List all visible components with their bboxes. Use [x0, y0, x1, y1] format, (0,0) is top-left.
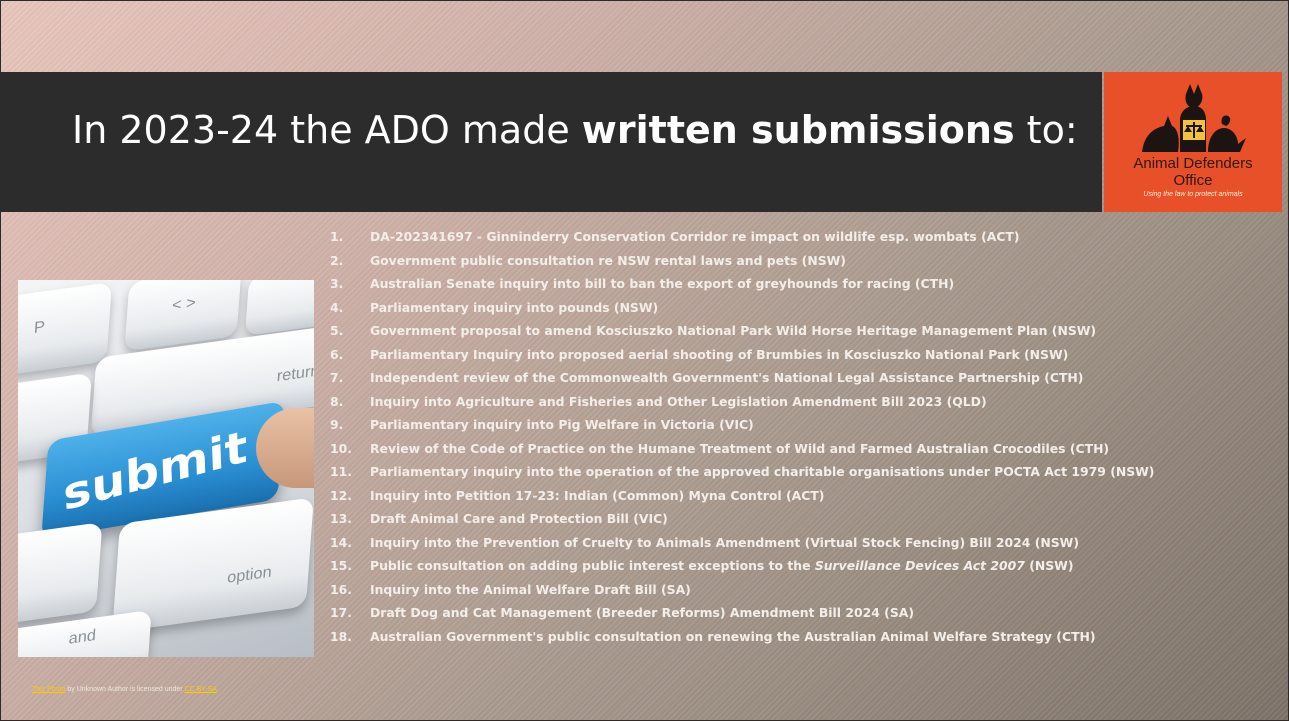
submit-keyboard-photo: P < > return submit option and	[18, 280, 314, 657]
title-emphasis: written submissions	[581, 108, 1015, 152]
item-text: Inquiry into Petition 17-23: Indian (Com…	[370, 487, 825, 503]
item-number: 10.	[330, 440, 352, 456]
item-text-end: (NSW)	[1024, 558, 1074, 573]
item-number: 14.	[330, 534, 352, 550]
item-number: 16.	[330, 581, 352, 597]
list-item: 7. Independent review of the Commonwealth…	[330, 366, 1154, 390]
item-number: 2.	[330, 252, 344, 268]
attribution-text: by Unknown Author is licensed under	[65, 686, 185, 693]
logo-name-line2: Office	[1173, 172, 1213, 189]
keyboard-key	[18, 522, 103, 628]
animal-silhouettes-icon	[1142, 84, 1246, 152]
list-item: 3. Australian Senate inquiry into bill to…	[330, 272, 1154, 296]
item-number: 4.	[330, 299, 344, 315]
item-number: 1.	[330, 229, 344, 244]
list-item: 8. Inquiry into Agriculture and Fisheries…	[330, 390, 1154, 414]
list-item: 17. Draft Dog and Cat Management (Breeder…	[330, 601, 1154, 625]
item-number: 13.	[330, 511, 352, 526]
photo-attribution: This Photo by Unknown Author is licensed…	[32, 686, 217, 693]
item-text: Government public consultation re NSW re…	[370, 252, 846, 268]
item-number: 11.	[330, 464, 352, 479]
logo-name-line1: Animal Defenders	[1133, 155, 1253, 172]
item-number: 5.	[330, 323, 344, 338]
item-text: Draft Dog and Cat Management (Breeder Re…	[370, 605, 914, 620]
item-text: Parliamentary inquiry into the operation…	[370, 464, 1155, 479]
item-text: Inquiry into Agriculture and Fisheries a…	[370, 393, 987, 409]
item-text: DA-202341697 - Ginninderry Conservation …	[370, 229, 1020, 244]
title-text: In 2023-24 the ADO made	[72, 108, 582, 152]
photo-source-link[interactable]: This Photo	[32, 686, 65, 693]
item-number: 17.	[330, 605, 352, 620]
license-link[interactable]: CC BY-SA	[185, 686, 217, 693]
key-label: P	[33, 318, 46, 337]
item-number: 8.	[330, 393, 344, 409]
list-item: 14. Inquiry into the Prevention of Cruelt…	[330, 531, 1154, 555]
item-text: Review of the Code of Practice on the Hu…	[370, 440, 1110, 456]
ado-logo: Animal Defenders Office Using the law to …	[1104, 72, 1282, 212]
item-text: Inquiry into the Animal Welfare Draft Bi…	[370, 581, 691, 597]
key-label: option	[226, 563, 273, 587]
item-text: Parliamentary Inquiry into proposed aeri…	[370, 346, 1069, 362]
item-text: Draft Animal Care and Protection Bill (V…	[370, 511, 668, 526]
item-number: 18.	[330, 628, 352, 644]
item-number: 12.	[330, 487, 352, 503]
list-item: 1. DA-202341697 - Ginninderry Conservatio…	[330, 225, 1154, 249]
item-number: 6.	[330, 346, 344, 362]
list-item: 15. Public consultation on adding public …	[330, 554, 1154, 578]
list-item: 5. Government proposal to amend Kosciuszk…	[330, 319, 1154, 343]
logo-tagline: Using the law to protect animals	[1143, 191, 1243, 198]
item-text: Parliamentary inquiry into pounds (NSW)	[370, 299, 659, 315]
item-text: Public consultation on adding public int…	[370, 558, 815, 573]
logo-name: Animal Defenders Office	[1104, 155, 1282, 189]
key-label: return	[276, 362, 314, 386]
item-text: Inquiry into the Prevention of Cruelty t…	[370, 534, 1080, 550]
list-item: 9. Parliamentary inquiry into Pig Welfare…	[330, 413, 1154, 437]
item-number: 9.	[330, 417, 344, 432]
item-number: 15.	[330, 558, 352, 573]
list-item: 4. Parliamentary inquiry into pounds (NSW…	[330, 296, 1154, 320]
list-item: 10. Review of the Code of Practice on the…	[330, 437, 1154, 461]
item-text: Government proposal to amend Kosciuszko …	[370, 323, 1097, 338]
item-number: 3.	[330, 276, 344, 291]
slide-title: In 2023-24 the ADO made written submissi…	[72, 108, 1078, 152]
submissions-list: 1. DA-202341697 - Ginninderry Conservatio…	[330, 225, 1154, 648]
list-item: 13. Draft Animal Care and Protection Bill…	[330, 507, 1154, 531]
list-item: 6. Parliamentary Inquiry into proposed ae…	[330, 343, 1154, 367]
list-item: 16. Inquiry into the Animal Welfare Draft…	[330, 578, 1154, 602]
item-number: 7.	[330, 370, 344, 385]
list-item: 18. Australian Government's public consul…	[330, 625, 1154, 649]
item-text: Australian Senate inquiry into bill to b…	[370, 276, 955, 291]
list-item: 2. Government public consultation re NSW …	[330, 249, 1154, 273]
submit-key-label: submit	[62, 419, 249, 521]
item-text: Parliamentary inquiry into Pig Welfare i…	[370, 417, 754, 432]
title-ending: to:	[1014, 108, 1078, 152]
item-text: Independent review of the Commonwealth G…	[370, 370, 1084, 385]
list-item: 12. Inquiry into Petition 17-23: Indian (…	[330, 484, 1154, 508]
keyboard-key	[244, 280, 314, 336]
key-label: and	[68, 627, 97, 648]
item-text: Australian Government's public consultat…	[370, 628, 1096, 644]
act-title: Surveillance Devices Act 2007	[814, 558, 1025, 573]
list-item: 11. Parliamentary inquiry into the operat…	[330, 460, 1154, 484]
